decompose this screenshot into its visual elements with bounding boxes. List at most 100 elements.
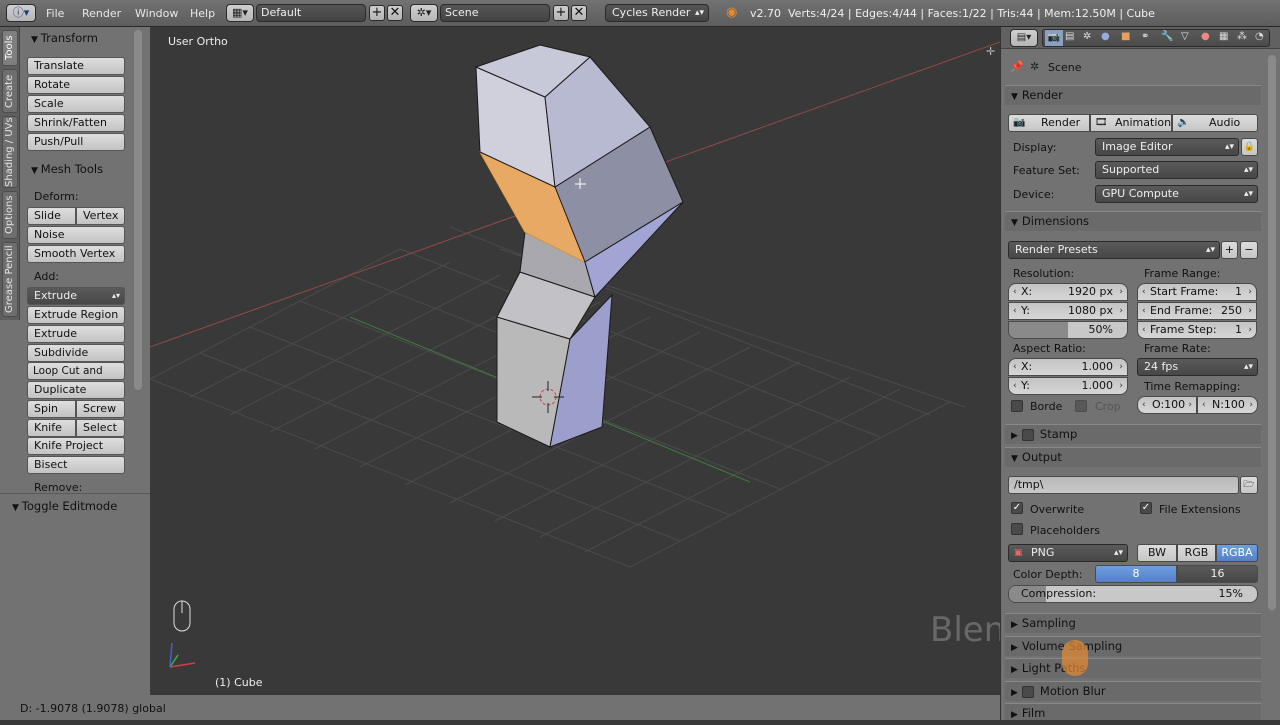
end-frame-field[interactable]: ‹ End Frame: 250 › <box>1137 302 1257 320</box>
render-button[interactable]: 📷 Render <box>1008 114 1090 132</box>
constraints-context-icon[interactable]: ⚭ <box>1141 31 1149 42</box>
editor-type-info-icon[interactable]: ⓘ▾ <box>6 4 36 22</box>
toggle-editmode-header[interactable]: ▼ Toggle Editmode <box>12 499 117 513</box>
material-context-icon[interactable]: ● <box>1201 31 1210 42</box>
output-panel-header[interactable]: ▼ Output <box>1005 447 1261 467</box>
color-rgba-button[interactable]: RGBA <box>1216 544 1258 562</box>
world-context-icon[interactable]: ● <box>1101 31 1110 42</box>
knife-project-button[interactable]: Knife Project <box>27 437 125 455</box>
tab-shading-uvs[interactable]: Shading / UVs <box>2 116 18 188</box>
knife-button[interactable]: Knife <box>27 419 76 437</box>
physics-context-icon[interactable]: ◔ <box>1255 31 1264 42</box>
subdivide-button[interactable]: Subdivide <box>27 344 125 362</box>
compression-slider[interactable]: Compression: 15% <box>1008 585 1258 603</box>
add-preset-button[interactable]: + <box>1221 241 1238 259</box>
display-select[interactable]: Image Editor ▴▾ <box>1095 138 1239 156</box>
slide-vertex-button[interactable]: Vertex <box>76 207 125 225</box>
stamp-checkbox[interactable] <box>1021 428 1034 441</box>
mesh-tools-panel-header[interactable]: ▼ Mesh Tools <box>31 162 103 176</box>
slide-edge-button[interactable]: Slide Ed <box>27 207 76 238</box>
render-engine-select[interactable]: Cycles Render ▴▾ <box>605 4 709 22</box>
plus-corner-icon[interactable]: ✛ <box>986 45 995 58</box>
menu-window[interactable]: Window <box>135 7 178 20</box>
push-pull-button[interactable]: Push/Pull <box>27 133 125 151</box>
menu-file[interactable]: File <box>46 7 64 20</box>
remap-new-field[interactable]: ‹ N:100 › <box>1197 396 1258 414</box>
scene-context-icon[interactable]: ✲ <box>1083 31 1091 42</box>
resolution-percentage-slider[interactable]: 50% <box>1008 321 1128 339</box>
frame-step-field[interactable]: ‹ Frame Step: 1 › <box>1137 321 1257 339</box>
smooth-vertex-button[interactable]: Smooth Vertex <box>27 245 125 263</box>
tab-create[interactable]: Create <box>2 69 18 113</box>
border-checkbox[interactable] <box>1011 400 1023 412</box>
3d-viewport[interactable]: User Ortho (1) Cube ✛ Blender3D <box>150 27 1110 695</box>
aspect-y-field[interactable]: ‹ Y: 1.000 › <box>1008 377 1128 395</box>
placeholders-checkbox[interactable] <box>1011 523 1023 535</box>
scene-icon[interactable]: ✲▾ <box>410 4 438 22</box>
extrude-region-button[interactable]: Extrude Region <box>27 306 125 324</box>
editor-type-properties-icon[interactable]: ▤▾ <box>1010 29 1038 47</box>
duplicate-button[interactable]: Duplicate <box>27 381 125 399</box>
data-context-icon[interactable]: ▽ <box>1181 31 1189 42</box>
file-extensions-checkbox[interactable]: ✓ <box>1140 502 1152 514</box>
frame-rate-select[interactable]: 24 fps ▴▾ <box>1137 358 1258 376</box>
add-screen-button[interactable]: + <box>369 5 385 21</box>
color-depth-16-button[interactable]: 16 <box>1177 565 1258 583</box>
screen-layout-icon[interactable]: ▦▾ <box>226 4 254 22</box>
lock-interface-button[interactable]: 🔒 <box>1241 138 1258 156</box>
menu-help[interactable]: Help <box>190 7 215 20</box>
particles-context-icon[interactable]: ⁂ <box>1237 31 1247 42</box>
spin-button[interactable]: Spin <box>27 400 76 418</box>
feature-set-select[interactable]: Supported ▴▾ <box>1095 161 1258 179</box>
extrude-select[interactable]: Extrude ▴▾ <box>27 287 125 305</box>
render-presets-select[interactable]: Render Presets ▴▾ <box>1008 241 1220 259</box>
browse-folder-button[interactable]: 🗁 <box>1240 476 1258 494</box>
modifiers-context-icon[interactable]: 🔧 <box>1161 31 1173 42</box>
crop-checkbox[interactable] <box>1075 400 1087 412</box>
scale-button[interactable]: Scale <box>27 95 125 113</box>
properties-scrollbar[interactable] <box>1268 55 1276 610</box>
dimensions-panel-header[interactable]: ▼ Dimensions <box>1005 211 1261 231</box>
shrink-fatten-button[interactable]: Shrink/Fatten <box>27 114 125 132</box>
motion-blur-panel-header[interactable]: ▶ Motion Blur <box>1005 681 1261 701</box>
scene-field[interactable]: Scene <box>440 4 550 22</box>
screen-layout-field[interactable]: Default <box>256 4 366 22</box>
object-context-icon[interactable]: ■ <box>1121 31 1130 42</box>
layers-context-icon[interactable]: ▤ <box>1065 31 1074 42</box>
transform-panel-header[interactable]: ▼ Transform <box>31 31 98 45</box>
resolution-y-field[interactable]: ‹ Y: 1080 px › <box>1008 302 1128 320</box>
stamp-panel-header[interactable]: ▶ Stamp <box>1005 424 1261 444</box>
overwrite-checkbox[interactable]: ✓ <box>1011 502 1023 514</box>
start-frame-field[interactable]: ‹ Start Frame: 1 › <box>1137 283 1257 301</box>
properties-context-tabs[interactable]: 📷 ▤ ✲ ● ■ ⚭ 🔧 ▽ ● ▦ ⁂ ◔ <box>1042 29 1270 47</box>
rotate-button[interactable]: Rotate <box>27 76 125 94</box>
translate-button[interactable]: Translate <box>27 57 125 75</box>
knife-select-button[interactable]: Select <box>76 419 125 437</box>
tool-shelf-scrollbar[interactable] <box>134 30 142 390</box>
volume-sampling-panel-header[interactable]: ▶ Volume Sampling <box>1005 636 1261 656</box>
aspect-x-field[interactable]: ‹ X: 1.000 › <box>1008 358 1128 376</box>
motion-blur-checkbox[interactable] <box>1021 685 1034 698</box>
tab-options[interactable]: Options <box>2 191 18 239</box>
tab-tools[interactable]: Tools <box>2 30 18 66</box>
tab-grease-pencil[interactable]: Grease Pencil <box>2 242 18 317</box>
screw-button[interactable]: Screw <box>76 400 125 418</box>
extrude-individual-button[interactable]: Extrude Individual <box>27 325 125 356</box>
audio-button[interactable]: 🔈 Audio <box>1172 114 1258 132</box>
sampling-panel-header[interactable]: ▶ Sampling <box>1005 613 1261 633</box>
color-rgb-button[interactable]: RGB <box>1177 544 1216 562</box>
remap-old-field[interactable]: ‹ O:100 › <box>1137 396 1197 414</box>
remove-preset-button[interactable]: − <box>1240 241 1258 259</box>
bisect-button[interactable]: Bisect <box>27 456 125 474</box>
loop-cut-button[interactable]: Loop Cut and Slide <box>27 362 125 393</box>
device-select[interactable]: GPU Compute ▴▾ <box>1095 185 1258 203</box>
pin-icon[interactable]: 📌 <box>1010 60 1024 73</box>
resolution-x-field[interactable]: ‹ X: 1920 px › <box>1008 283 1128 301</box>
remove-screen-button[interactable]: ✕ <box>387 5 403 21</box>
render-context-icon[interactable]: 📷 <box>1045 30 1063 46</box>
add-scene-button[interactable]: + <box>553 5 569 21</box>
color-depth-8-button[interactable]: 8 <box>1095 565 1177 583</box>
file-format-select[interactable]: ▣ PNG ▴▾ <box>1008 544 1128 562</box>
color-bw-button[interactable]: BW <box>1137 544 1177 562</box>
texture-context-icon[interactable]: ▦ <box>1219 31 1228 42</box>
